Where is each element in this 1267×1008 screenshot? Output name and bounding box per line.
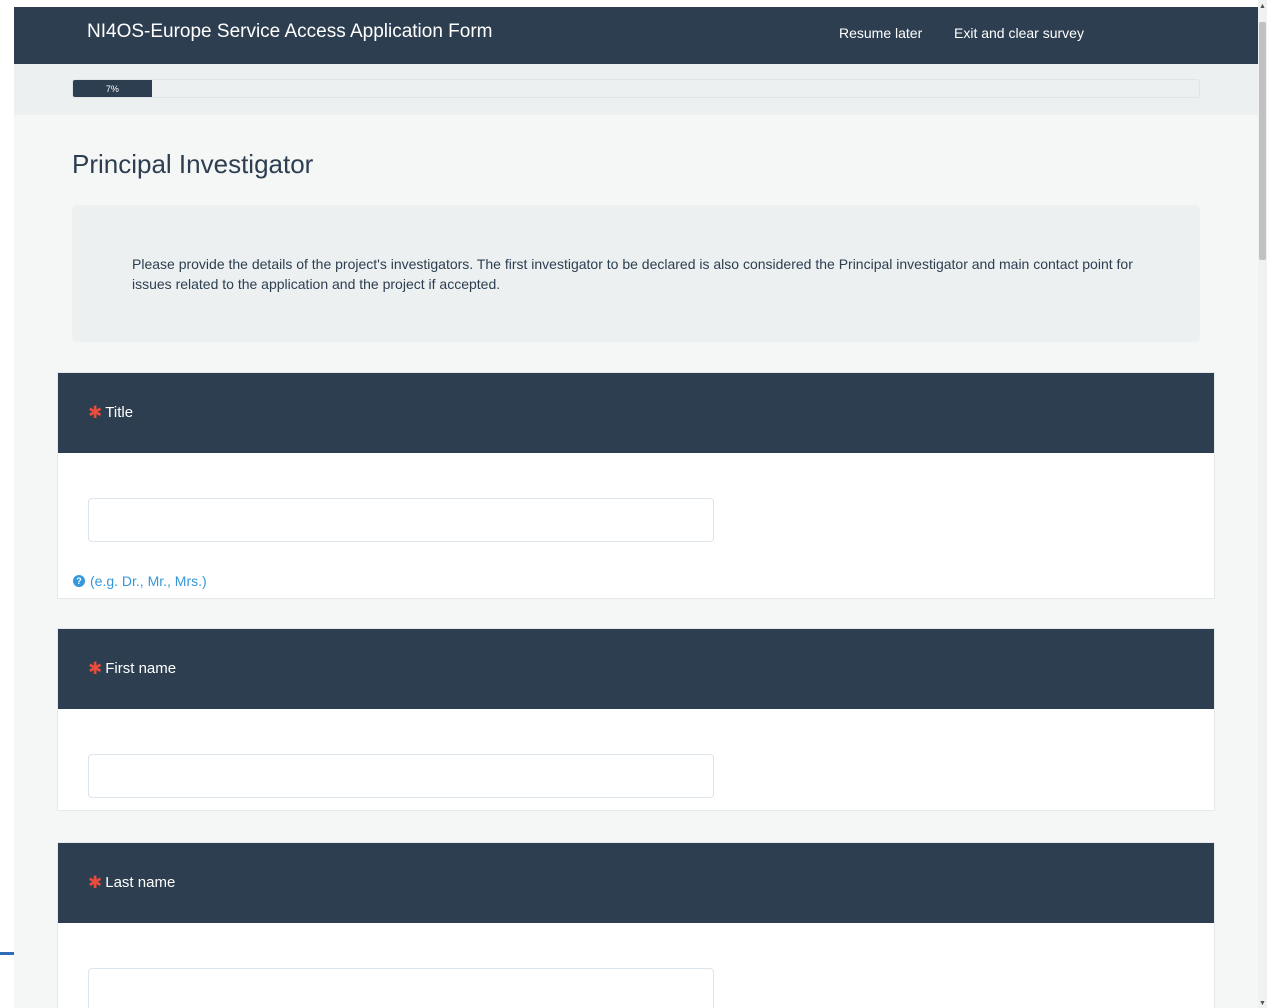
brand-title: NI4OS-Europe Service Access Application … bbox=[87, 21, 493, 42]
question-header: ✱ Last name bbox=[58, 843, 1214, 923]
scroll-up-arrow-icon[interactable]: ▲ bbox=[1258, 2, 1267, 11]
progress-label: 7% bbox=[105, 83, 119, 94]
exit-clear-survey-link[interactable]: Exit and clear survey bbox=[954, 25, 1084, 41]
question-label: ✱ Last name bbox=[88, 874, 175, 891]
group-title: Principal Investigator bbox=[72, 149, 314, 179]
group-description: Please provide the details of the projec… bbox=[72, 205, 1200, 342]
question-label-text: First name bbox=[105, 660, 177, 677]
asterisk-icon: ✱ bbox=[88, 659, 103, 678]
last-name-input[interactable] bbox=[88, 968, 714, 1008]
vertical-scrollbar[interactable]: ▲ ▼ bbox=[1258, 0, 1267, 1008]
question-last-name: ✱ Last name bbox=[57, 842, 1215, 1008]
asterisk-icon: ✱ bbox=[88, 403, 103, 422]
edge-accent-line bbox=[0, 952, 14, 955]
first-name-input[interactable] bbox=[88, 754, 714, 798]
navbar: NI4OS-Europe Service Access Application … bbox=[14, 7, 1258, 64]
question-help-text: (e.g. Dr., Mr., Mrs.) bbox=[90, 573, 207, 589]
question-first-name: ✱ First name bbox=[57, 628, 1215, 811]
question-help: ? (e.g. Dr., Mr., Mrs.) bbox=[73, 573, 207, 589]
scrollbar-thumb[interactable] bbox=[1259, 22, 1266, 260]
resume-later-link[interactable]: Resume later bbox=[839, 25, 922, 41]
question-header: ✱ First name bbox=[58, 629, 1214, 709]
question-title: ✱ Title ? (e.g. Dr., Mr., Mrs.) bbox=[57, 372, 1215, 599]
question-label-text: Title bbox=[105, 404, 134, 421]
progress-fill: 7% bbox=[73, 80, 152, 97]
scroll-down-arrow-icon[interactable]: ▼ bbox=[1258, 999, 1267, 1008]
progress-bar: 7% bbox=[72, 79, 1200, 98]
asterisk-icon: ✱ bbox=[88, 873, 103, 892]
question-label: ✱ Title bbox=[88, 404, 133, 421]
progress-strip: 7% bbox=[14, 64, 1258, 115]
question-circle-icon: ? bbox=[73, 575, 85, 587]
title-input[interactable] bbox=[88, 498, 714, 542]
question-label: ✱ First name bbox=[88, 660, 176, 677]
question-label-text: Last name bbox=[105, 874, 176, 891]
group-description-text: Please provide the details of the projec… bbox=[132, 256, 1133, 292]
survey-window: NI4OS-Europe Service Access Application … bbox=[14, 7, 1258, 1008]
question-header: ✱ Title bbox=[58, 373, 1214, 453]
